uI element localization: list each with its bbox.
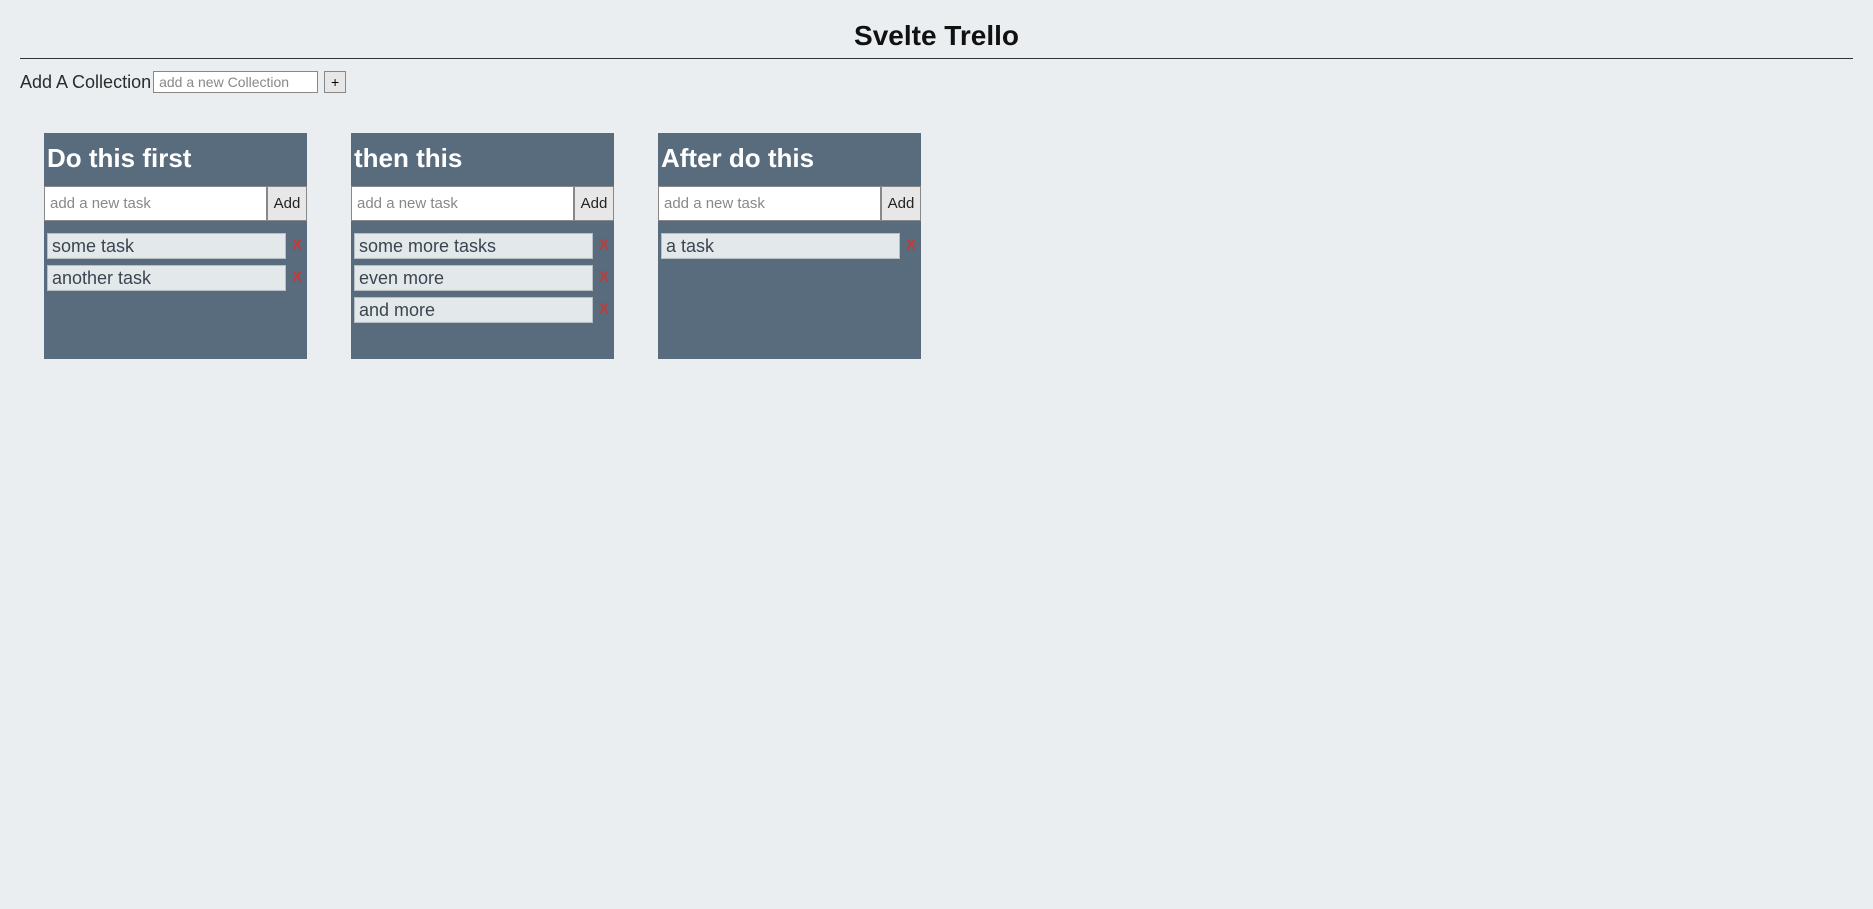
add-collection-row: Add A Collection + <box>20 71 1853 93</box>
delete-icon[interactable]: X <box>597 302 611 318</box>
task-row: and moreX <box>351 297 614 323</box>
collection-title: After do this <box>658 133 921 186</box>
add-task-input[interactable] <box>658 186 881 221</box>
add-task-button[interactable]: Add <box>267 186 307 221</box>
delete-icon[interactable]: X <box>290 238 304 254</box>
add-collection-input[interactable] <box>153 71 318 93</box>
add-task-input[interactable] <box>44 186 267 221</box>
task-text[interactable]: some task <box>47 233 286 259</box>
task-text[interactable]: another task <box>47 265 286 291</box>
task-text[interactable]: and more <box>354 297 593 323</box>
task-row: some more tasksX <box>351 233 614 259</box>
add-collection-button[interactable]: + <box>324 71 346 93</box>
collection: After do thisAdd a taskX <box>658 133 921 359</box>
delete-icon[interactable]: X <box>904 238 918 254</box>
collection-title: then this <box>351 133 614 186</box>
add-task-row: Add <box>658 186 921 221</box>
add-collection-label: Add A Collection <box>20 72 151 93</box>
task-row: a taskX <box>658 233 921 259</box>
header-divider <box>20 58 1853 59</box>
delete-icon[interactable]: X <box>290 270 304 286</box>
add-task-button[interactable]: Add <box>881 186 921 221</box>
add-task-row: Add <box>351 186 614 221</box>
delete-icon[interactable]: X <box>597 270 611 286</box>
add-task-row: Add <box>44 186 307 221</box>
collection: then thisAddsome more tasksXeven moreXan… <box>351 133 614 359</box>
task-row: even moreX <box>351 265 614 291</box>
add-task-button[interactable]: Add <box>574 186 614 221</box>
task-row: another taskX <box>44 265 307 291</box>
task-text[interactable]: a task <box>661 233 900 259</box>
delete-icon[interactable]: X <box>597 238 611 254</box>
collection: Do this firstAddsome taskXanother taskX <box>44 133 307 359</box>
add-task-input[interactable] <box>351 186 574 221</box>
task-text[interactable]: even more <box>354 265 593 291</box>
board: Do this firstAddsome taskXanother taskXt… <box>20 133 1853 359</box>
task-row: some taskX <box>44 233 307 259</box>
task-text[interactable]: some more tasks <box>354 233 593 259</box>
page-title: Svelte Trello <box>20 20 1853 52</box>
collection-title: Do this first <box>44 133 307 186</box>
